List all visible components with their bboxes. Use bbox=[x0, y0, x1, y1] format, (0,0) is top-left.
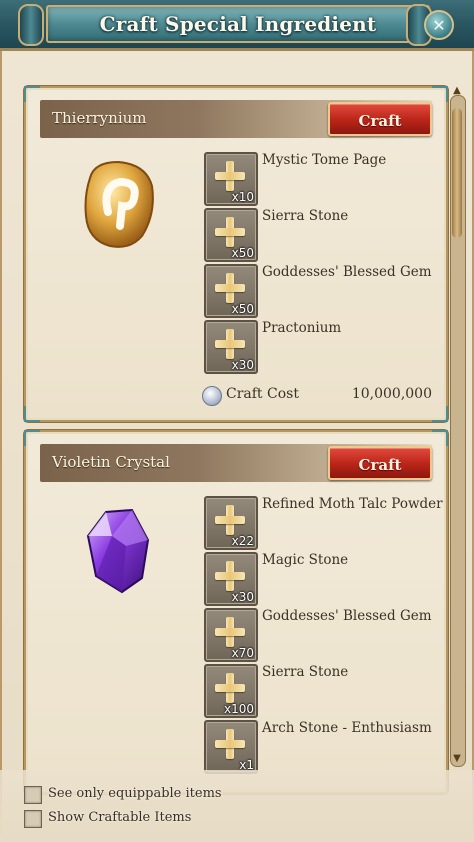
title-scroll-ornament-left bbox=[18, 4, 44, 46]
recipe-name: Thierrynium bbox=[52, 109, 147, 127]
recipe-header: Violetin Crystal Craft bbox=[40, 444, 432, 482]
plus-icon bbox=[215, 673, 245, 703]
plus-icon bbox=[215, 329, 245, 359]
material-slot[interactable]: x100 bbox=[204, 664, 258, 718]
scroll-down-arrow-icon[interactable]: ▼ bbox=[450, 752, 464, 766]
material-name: Sierra Stone bbox=[262, 664, 349, 680]
plus-icon bbox=[215, 273, 245, 303]
plus-icon bbox=[215, 561, 245, 591]
scrollbar-thumb[interactable] bbox=[452, 108, 462, 238]
panel-corner-ornament bbox=[432, 406, 448, 422]
material-quantity: x70 bbox=[231, 646, 254, 660]
scroll-up-arrow-icon[interactable]: ▲ bbox=[450, 84, 464, 98]
purple-crystal-icon[interactable] bbox=[82, 506, 154, 596]
craft-button[interactable]: Craft bbox=[328, 446, 432, 480]
golden-hook-rune-icon[interactable] bbox=[80, 156, 156, 252]
material-quantity: x100 bbox=[223, 702, 254, 716]
material-slot[interactable]: x70 bbox=[204, 608, 258, 662]
title-plate: Craft Special Ingredient bbox=[46, 5, 430, 43]
material-slot[interactable]: x1 bbox=[204, 720, 258, 774]
material-name: Goddesses' Blessed Gem bbox=[262, 608, 432, 624]
recipe-header: Thierrynium Craft bbox=[40, 100, 432, 138]
material-name: Mystic Tome Page bbox=[262, 152, 387, 168]
material-quantity: x50 bbox=[231, 246, 254, 260]
material-name: Magic Stone bbox=[262, 552, 349, 568]
material-quantity: x50 bbox=[231, 302, 254, 316]
panel-corner-ornament bbox=[24, 86, 40, 102]
material-name: Sierra Stone bbox=[262, 208, 349, 224]
window-title: Craft Special Ingredient bbox=[99, 12, 377, 36]
title-bar: Craft Special Ingredient ✕ bbox=[0, 0, 474, 51]
material-slot[interactable]: x10 bbox=[204, 152, 258, 206]
panel-corner-ornament bbox=[432, 430, 448, 446]
craftable-checkbox[interactable] bbox=[24, 810, 42, 828]
material-quantity: x30 bbox=[231, 358, 254, 372]
material-quantity: x30 bbox=[231, 590, 254, 604]
panel-corner-ornament bbox=[24, 406, 40, 422]
material-slot[interactable]: x30 bbox=[204, 320, 258, 374]
craft-cost-label: Craft Cost bbox=[226, 386, 299, 402]
craft-cost-value: 10,000,000 bbox=[351, 386, 432, 402]
material-slot[interactable]: x22 bbox=[204, 496, 258, 550]
footer-area bbox=[0, 770, 474, 842]
plus-icon bbox=[215, 505, 245, 535]
material-quantity: x22 bbox=[231, 534, 254, 548]
equippable-label[interactable]: See only equippable items bbox=[48, 786, 222, 801]
silver-coin-icon bbox=[202, 386, 222, 406]
recipe-name: Violetin Crystal bbox=[52, 453, 170, 471]
plus-icon bbox=[215, 161, 245, 191]
craft-cost-row: Craft Cost 10,000,000 bbox=[202, 384, 432, 408]
equippable-checkbox[interactable] bbox=[24, 786, 42, 804]
craftable-label[interactable]: Show Craftable Items bbox=[48, 810, 191, 825]
plus-icon bbox=[215, 729, 245, 759]
material-slot[interactable]: x50 bbox=[204, 208, 258, 262]
material-name: Refined Moth Talc Powder bbox=[262, 496, 443, 512]
material-name: Arch Stone - Enthusiasm bbox=[262, 720, 432, 736]
plus-icon bbox=[215, 217, 245, 247]
material-name: Practonium bbox=[262, 320, 342, 336]
craft-button[interactable]: Craft bbox=[328, 102, 432, 136]
material-quantity: x10 bbox=[231, 190, 254, 204]
close-icon[interactable]: ✕ bbox=[424, 10, 454, 40]
plus-icon bbox=[215, 617, 245, 647]
panel-corner-ornament bbox=[24, 430, 40, 446]
craft-window: Craft Special Ingredient ✕ Thierrynium C… bbox=[0, 0, 474, 842]
recipe-panel-violetin-crystal: Violetin Crystal Craft x22 Refined Moth … bbox=[24, 430, 448, 794]
material-name: Goddesses' Blessed Gem bbox=[262, 264, 432, 280]
recipe-panel-thierrynium: Thierrynium Craft x10 Mystic Tome Page x… bbox=[24, 86, 448, 422]
material-slot[interactable]: x30 bbox=[204, 552, 258, 606]
panel-corner-ornament bbox=[432, 86, 448, 102]
material-slot[interactable]: x50 bbox=[204, 264, 258, 318]
